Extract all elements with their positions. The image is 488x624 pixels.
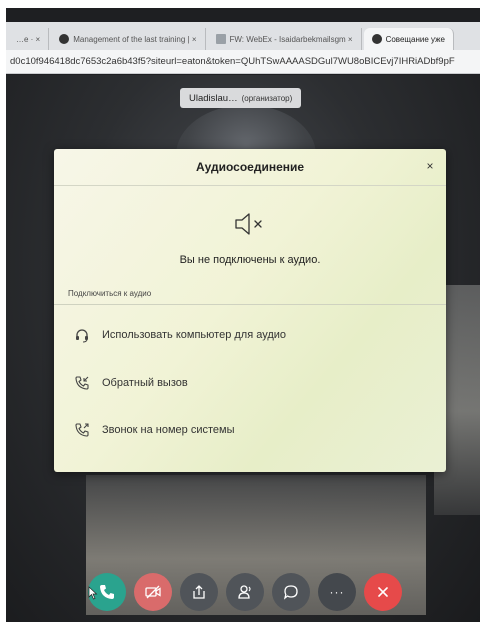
dialog-title: Аудиосоединение [195,160,305,174]
chat-icon [283,585,298,600]
browser-tab-bar: …e · × Management of the last training |… [6,22,480,50]
option-label: Обратный вызов [102,377,188,389]
option-label: Звонок на номер системы [102,424,235,436]
use-computer-audio-option[interactable]: Использовать компьютер для аудио [74,322,426,348]
monitor-screen: …e · × Management of the last training |… [6,8,480,622]
host-name-label: Uladislau… (организатор) [180,88,302,108]
participants-button[interactable] [226,573,264,611]
divider [54,304,446,305]
browser-tab-4[interactable]: Совещание уже [363,28,454,50]
mouse-cursor-icon [88,586,98,600]
participants-icon [238,585,251,599]
host-role: (организатор) [241,93,293,103]
address-bar[interactable]: d0c10f946418dc7653c2a6b43f5?siteurl=eato… [6,50,480,74]
audio-status-text: Вы не подключены к аудио. [179,254,321,266]
phone-icon [100,585,114,599]
close-icon [378,587,388,597]
webex-icon [371,34,382,44]
tab-label: Management of the last training | × [73,34,197,44]
phone-outgoing-icon [75,423,89,437]
leave-button[interactable] [364,573,402,611]
share-button[interactable] [180,573,218,611]
tab-label: FW: WebEx - Isaidarbekmailsgm × [229,34,353,44]
browser-tab-1[interactable]: …e · × [8,28,50,50]
url-text: d0c10f946418dc7653c2a6b43f5?siteurl=eato… [10,56,455,67]
call-system-number-option[interactable]: Звонок на номер системы [74,417,426,443]
option-label: Использовать компьютер для аудио [102,329,287,341]
tab-label: Совещание уже [385,34,445,44]
meeting-controls: ··· [88,572,402,612]
mail-icon [215,34,226,44]
section-label: Подключиться к аудио [68,289,152,298]
host-name: Uladislau… [189,92,238,104]
video-off-icon [145,585,161,599]
dialog-header: Аудиосоединение × [54,149,446,186]
video-button[interactable] [134,573,172,611]
share-icon [193,585,205,599]
audio-connection-dialog: Аудиосоединение × Вы не подключены к ауд… [54,149,446,472]
callback-option[interactable]: Обратный вызов [74,370,426,396]
headset-icon [76,329,88,343]
more-button[interactable]: ··· [318,573,356,611]
browser-tab-3[interactable]: FW: WebEx - Isaidarbekmailsgm × [208,28,362,50]
chat-button[interactable] [272,573,310,611]
tab-label: …e · × [16,34,41,44]
more-icon: ··· [329,585,345,599]
site-icon [59,34,70,44]
speaker-muted-icon [235,213,262,235]
browser-tab-2[interactable]: Management of the last training | × [51,28,206,50]
close-button[interactable]: × [422,158,438,174]
phone-incoming-icon [75,376,89,390]
